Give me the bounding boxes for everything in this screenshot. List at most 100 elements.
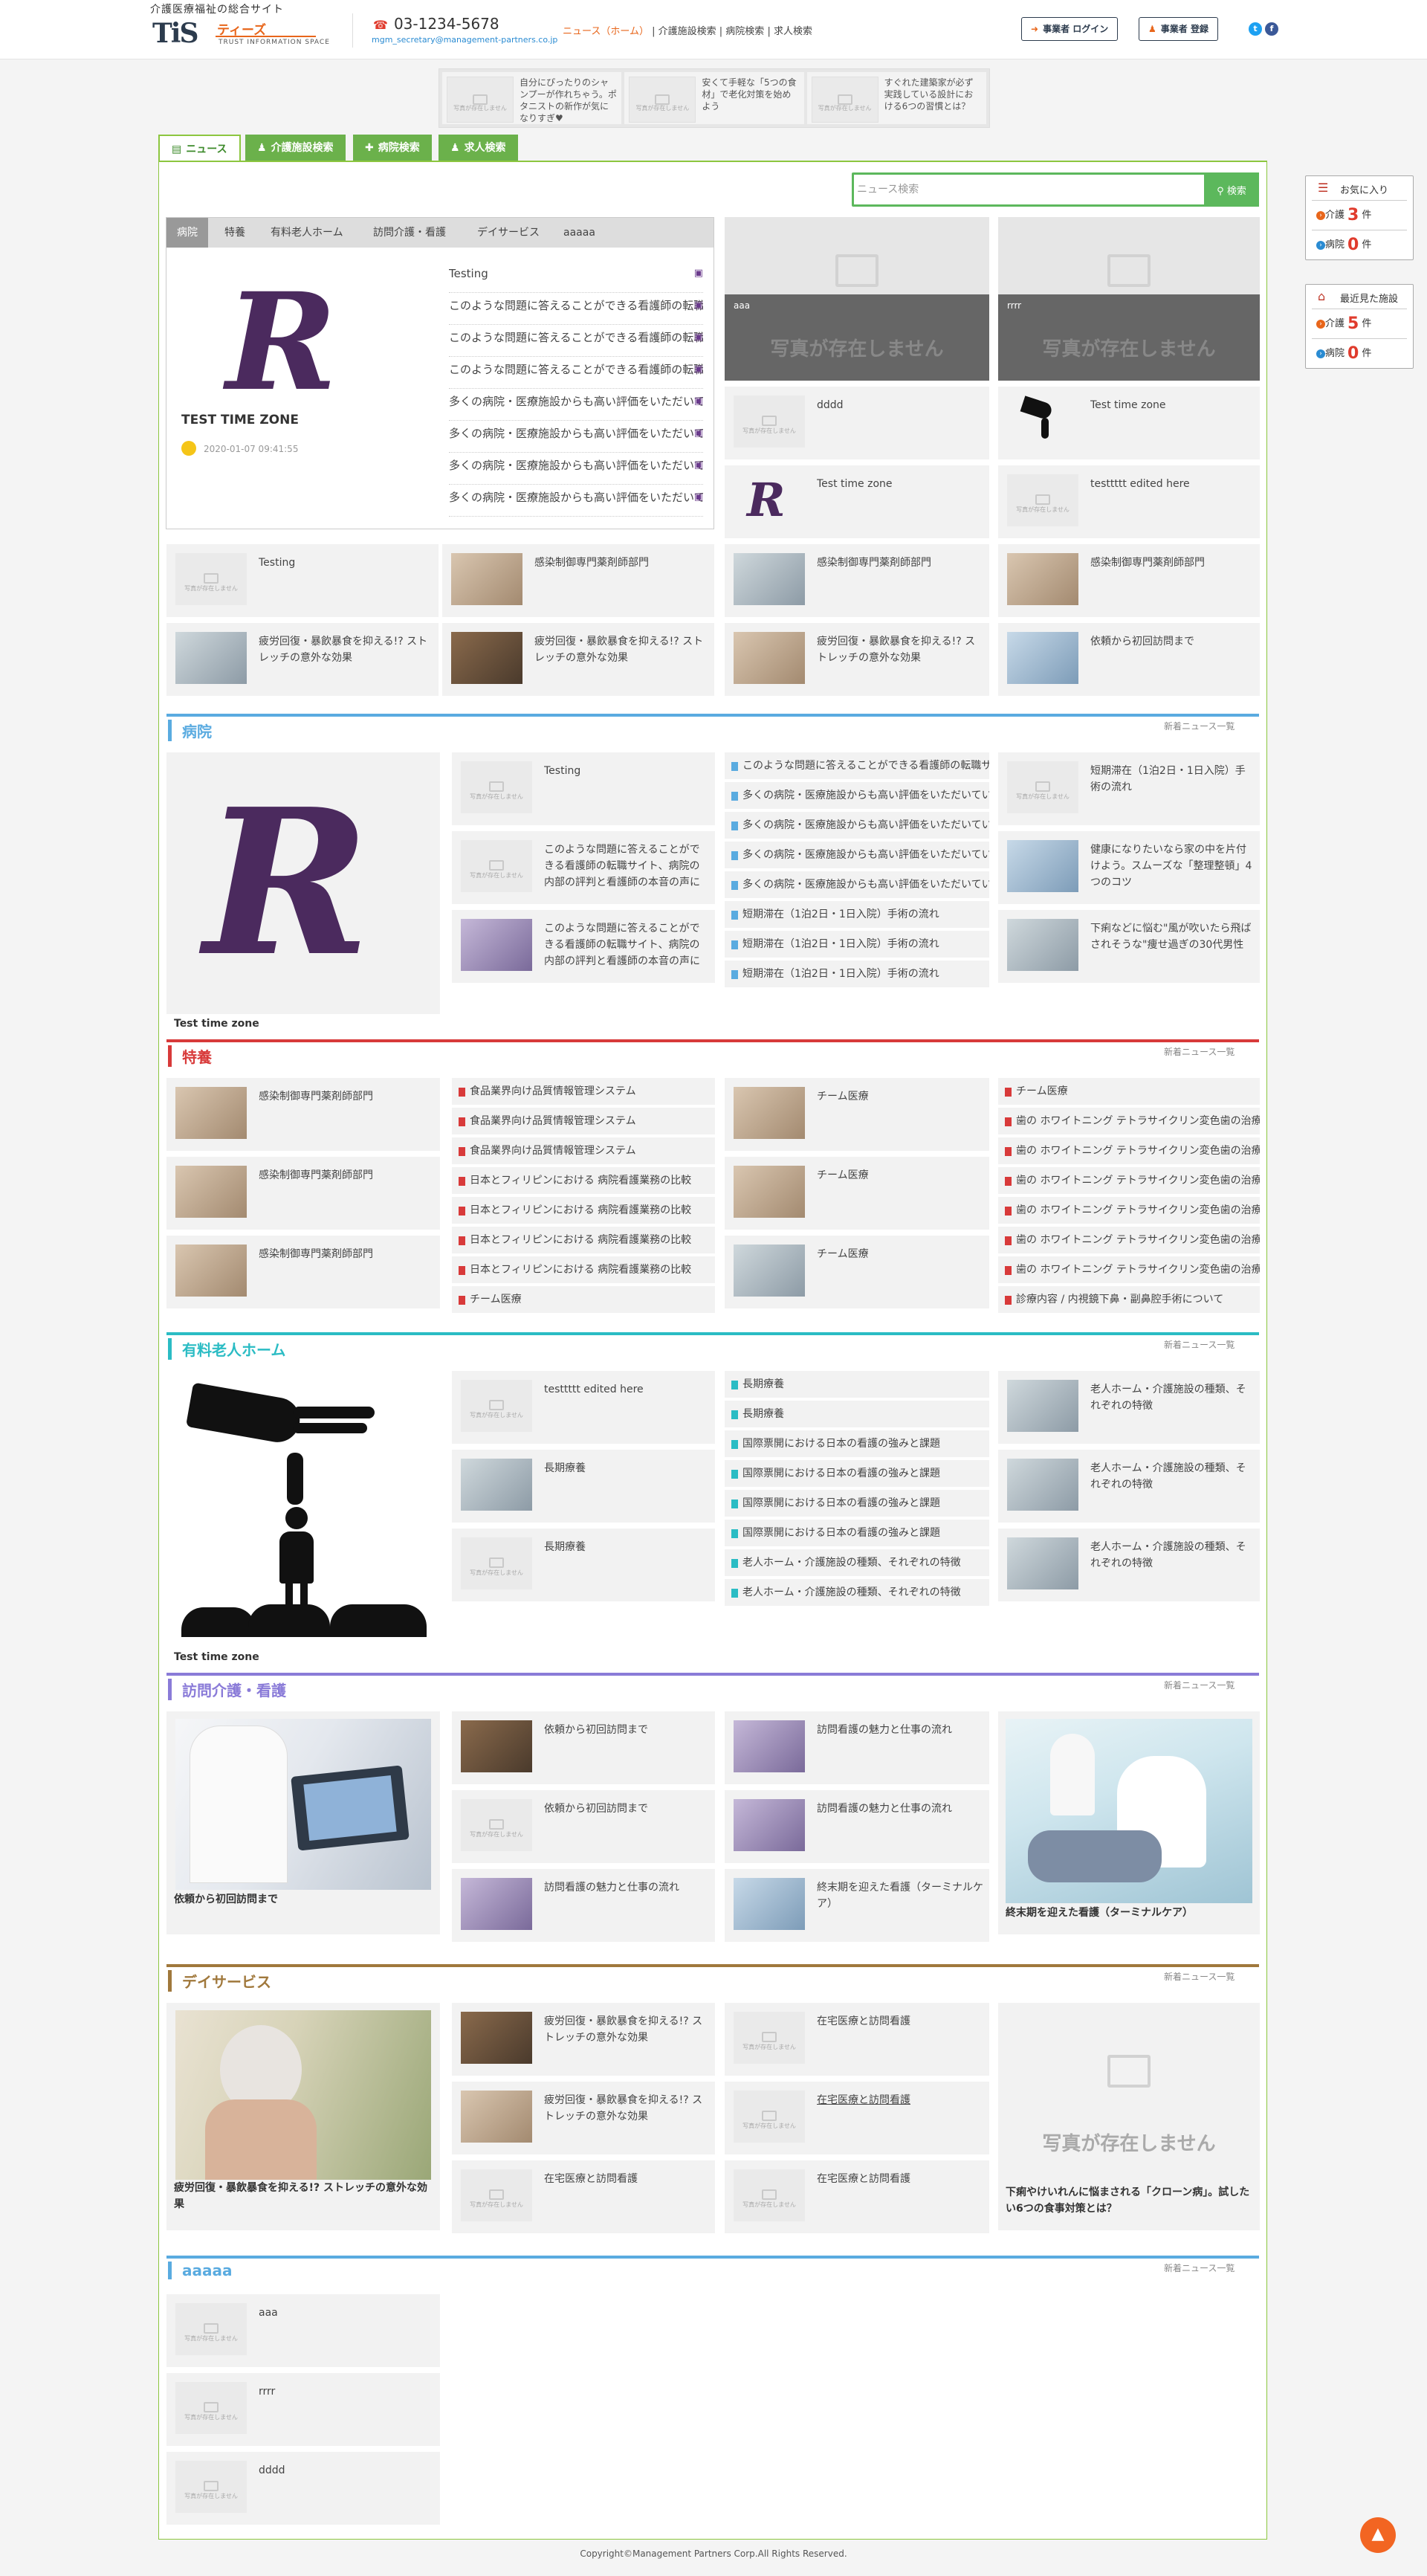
- list-item[interactable]: 多くの病院・医療施設からも高い評価をいただいています: [725, 782, 989, 809]
- recent-hospital-row[interactable]: › 病院 0 件: [1312, 338, 1407, 368]
- news-card[interactable]: 長期療養: [452, 1450, 715, 1523]
- list-item[interactable]: 長期療養: [725, 1401, 989, 1427]
- more-news-link[interactable]: 新着ニュース一覧: [1164, 1045, 1235, 1058]
- news-card[interactable]: 訪問看護の魅力と仕事の流れ: [725, 1711, 989, 1784]
- nav-care-search[interactable]: 介護施設検索: [659, 26, 716, 37]
- news-card[interactable]: 写真が存在しません Testing: [166, 544, 439, 617]
- facebook-icon[interactable]: f: [1265, 22, 1278, 36]
- news-card-large[interactable]: aaa 写真が存在しません: [725, 217, 989, 381]
- list-item[interactable]: 老人ホーム・介護施設の種類、それぞれの特徴: [725, 1549, 989, 1576]
- list-item[interactable]: チーム医療: [998, 1078, 1260, 1105]
- section-title-hospital[interactable]: 病院: [168, 720, 212, 741]
- section-title-houmon[interactable]: 訪問介護・看護: [168, 1679, 286, 1700]
- list-item[interactable]: 食品業界向け品質情報管理システム: [452, 1108, 715, 1134]
- news-card[interactable]: 感染制御専門薬剤師部門: [166, 1236, 440, 1308]
- news-card[interactable]: 写真が存在しません 在宅医療と訪問看護: [452, 2160, 715, 2233]
- more-news-link[interactable]: 新着ニュース一覧: [1164, 1338, 1235, 1351]
- news-search-button[interactable]: ⚲ 検索: [1204, 172, 1259, 207]
- list-item[interactable]: 歯の ホワイトニング テトラサイクリン変色歯の治療: [998, 1197, 1260, 1224]
- favorites-hospital-row[interactable]: › 病院 0 件: [1312, 230, 1407, 259]
- news-card[interactable]: 疲労回復・暴飲暴食を抑える!? ストレッチの意外な効果: [452, 2003, 715, 2076]
- news-card[interactable]: 写真が存在しません testtttt edited here: [452, 1371, 715, 1444]
- list-item[interactable]: 多くの病院・医療施設からも高い評価をいただいています: [725, 871, 989, 898]
- list-item[interactable]: 多くの病院・医療施設からも高い評価をいただいています: [725, 812, 989, 839]
- list-item[interactable]: 国際票開における日本の看護の強みと課題: [725, 1460, 989, 1487]
- news-card[interactable]: 依頼から初回訪問まで: [452, 1711, 715, 1784]
- business-register-button[interactable]: ♟ 事業者 登録: [1139, 17, 1218, 41]
- news-card[interactable]: 写真が存在しません 在宅医療と訪問看護: [725, 2160, 989, 2233]
- news-card[interactable]: チーム医療: [725, 1157, 989, 1230]
- tab-job-search[interactable]: ♟ 求人検索: [439, 135, 518, 161]
- list-item[interactable]: このような問題に答えることができる看護師の転職サイト▣: [449, 357, 703, 389]
- news-card[interactable]: 写真が存在しません aaa: [166, 2294, 440, 2367]
- more-news-link[interactable]: 新着ニュース一覧: [1164, 720, 1235, 732]
- section-feature-image[interactable]: R: [166, 752, 440, 1014]
- list-item[interactable]: 日本とフィリピンにおける 病院看護業務の比較: [452, 1167, 715, 1194]
- news-card[interactable]: このような問題に答えることができる看護師の転職サイト、病院の内部の評判と看護師の…: [452, 910, 715, 983]
- list-item[interactable]: 短期滞在（1泊2日・1日入院）手術の流れ: [725, 931, 989, 958]
- news-card[interactable]: 訪問看護の魅力と仕事の流れ: [725, 1790, 989, 1863]
- news-card[interactable]: 疲労回復・暴飲暴食を抑える!? ストレッチの意外な効果: [725, 623, 989, 696]
- news-card[interactable]: R Test time zone: [725, 465, 989, 538]
- news-card-large[interactable]: rrrr 写真が存在しません: [998, 217, 1260, 381]
- list-item[interactable]: 多くの病院・医療施設からも高い評価をいただいています▣: [449, 485, 703, 517]
- list-item[interactable]: 歯の ホワイトニング テトラサイクリン変色歯の治療: [998, 1108, 1260, 1134]
- ad-item[interactable]: 写真が存在しません 自分にぴったりのシャンプーが作れちゃう。ポタニストの新作が気に…: [442, 72, 622, 124]
- list-item[interactable]: 日本とフィリピンにおける 病院看護業務の比較: [452, 1227, 715, 1253]
- section-title-aaaaa[interactable]: aaaaa: [168, 2262, 232, 2279]
- site-logo[interactable]: TiS: [152, 18, 198, 49]
- section-feature-caption[interactable]: 依頼から初回訪問まで: [174, 1891, 278, 1908]
- news-card[interactable]: 写真が存在しません このような問題に答えることができる看護師の転職サイト、病院の内…: [452, 831, 715, 904]
- recent-care-row[interactable]: › 介護 5 件: [1312, 309, 1407, 338]
- list-item[interactable]: 短期滞在（1泊2日・1日入院）手術の流れ: [725, 901, 989, 928]
- list-item[interactable]: 多くの病院・医療施設からも高い評価をいただいています: [725, 842, 989, 868]
- news-card[interactable]: 健康になりたいなら家の中を片付けよう。スムーズな「整理整頓」4つのコツ: [998, 831, 1260, 904]
- list-item[interactable]: 国際票開における日本の看護の強みと課題: [725, 1520, 989, 1546]
- back-to-top-button[interactable]: ▲: [1360, 2517, 1396, 2553]
- list-item[interactable]: 歯の ホワイトニング テトラサイクリン変色歯の治療: [998, 1167, 1260, 1194]
- list-item[interactable]: 歯の ホワイトニング テトラサイクリン変色歯の治療: [998, 1137, 1260, 1164]
- nav-job-search[interactable]: 求人検索: [774, 26, 812, 37]
- news-card[interactable]: 写真が存在しません 在宅医療と訪問看護: [725, 2082, 989, 2154]
- list-item[interactable]: 診療内容 / 内視鏡下鼻・副鼻腔手術について: [998, 1286, 1260, 1313]
- section-title-yuryo[interactable]: 有料老人ホーム: [168, 1338, 285, 1360]
- email-link[interactable]: mgm_secretary@management-partners.co.jp: [372, 35, 557, 45]
- featured-r-logo[interactable]: R: [226, 276, 337, 410]
- news-card[interactable]: 写真が存在しません dddd: [166, 2452, 440, 2525]
- list-item[interactable]: 国際票開における日本の看護の強みと課題: [725, 1430, 989, 1457]
- list-item[interactable]: このような問題に答えることができる看護師の転職サイト: [725, 752, 989, 779]
- list-item[interactable]: 多くの病院・医療施設からも高い評価をいただいています▣: [449, 389, 703, 421]
- nav-hospital-search[interactable]: 病院検索: [725, 26, 764, 37]
- section-feature-caption[interactable]: 疲労回復・暴飲暴食を抑える!? ストレッチの意外な効果: [174, 2180, 434, 2212]
- more-news-link[interactable]: 新着ニュース一覧: [1164, 1970, 1235, 1983]
- news-card[interactable]: 写真が存在しません 短期滞在（1泊2日・1日入院）手術の流れ: [998, 752, 1260, 825]
- news-card[interactable]: 老人ホーム・介護施設の種類、それぞれの特徴: [998, 1371, 1260, 1444]
- news-card[interactable]: 感染制御専門薬剤師部門: [725, 544, 989, 617]
- news-card[interactable]: 下痢などに悩む"風が吹いたら飛ばされそうな"痩せ過ぎの30代男性: [998, 910, 1260, 983]
- news-card[interactable]: 写真が存在しません rrrr: [166, 2373, 440, 2446]
- tab-news[interactable]: ▤ ニュース: [158, 135, 241, 163]
- list-item[interactable]: 食品業界向け品質情報管理システム: [452, 1078, 715, 1105]
- list-item[interactable]: 多くの病院・医療施設からも高い評価をいただいています▣: [449, 421, 703, 453]
- featured-tab-yuryo[interactable]: 有料老人ホーム: [260, 218, 354, 248]
- favorites-care-row[interactable]: › 介護 3 件: [1312, 200, 1407, 230]
- more-news-link[interactable]: 新着ニュース一覧: [1164, 1679, 1235, 1691]
- news-search-input[interactable]: [857, 178, 1184, 201]
- news-card[interactable]: 疲労回復・暴飲暴食を抑える!? ストレッチの意外な効果: [442, 623, 714, 696]
- list-item[interactable]: 短期滞在（1泊2日・1日入院）手術の流れ: [725, 961, 989, 987]
- section-feature-caption[interactable]: Test time zone: [174, 1016, 259, 1032]
- news-card[interactable]: 終末期を迎えた看護（ターミナルケア）: [725, 1869, 989, 1942]
- tab-hospital-search[interactable]: ✚ 病院検索: [353, 135, 432, 161]
- news-card[interactable]: 写真が存在しません testtttt edited here: [998, 465, 1260, 538]
- section-right-feature-card[interactable]: [998, 1711, 1260, 1934]
- section-feature-caption[interactable]: Test time zone: [174, 1649, 259, 1665]
- news-card[interactable]: 感染制御専門薬剤師部門: [166, 1078, 440, 1151]
- section-feature-image[interactable]: [166, 1371, 440, 1646]
- list-item[interactable]: チーム医療: [452, 1286, 715, 1313]
- list-item[interactable]: 国際票開における日本の看護の強みと課題: [725, 1490, 989, 1517]
- section-right-caption[interactable]: 終末期を迎えた看護（ターミナルケア）: [1006, 1905, 1193, 1921]
- news-card[interactable]: 老人ホーム・介護施設の種類、それぞれの特徴: [998, 1529, 1260, 1601]
- news-card[interactable]: 感染制御専門薬剤師部門: [998, 544, 1260, 617]
- news-card[interactable]: 写真が存在しません 長期療養: [452, 1529, 715, 1601]
- section-right-caption[interactable]: 下痢やけいれんに悩まされる「クローン病」。試したい6つの食事対策とは？: [1006, 2184, 1255, 2217]
